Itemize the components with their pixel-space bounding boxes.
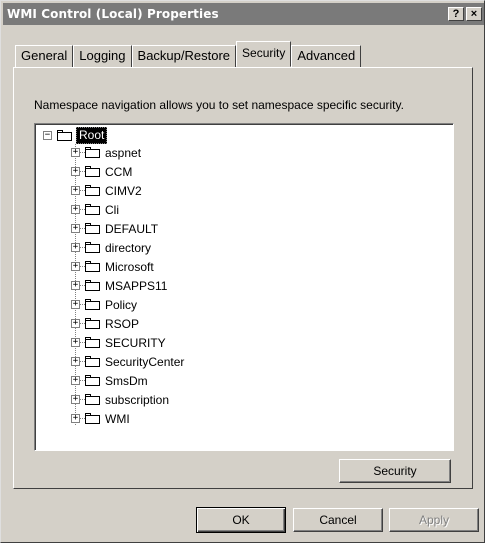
tree-node-default[interactable]: + DEFAULT <box>71 220 158 237</box>
collapse-icon[interactable]: − <box>43 131 52 140</box>
tree-node-label[interactable]: CCM <box>105 165 132 179</box>
folder-icon <box>85 337 100 348</box>
namespace-description: Namespace navigation allows you to set n… <box>34 98 404 112</box>
folder-icon <box>85 147 100 158</box>
cancel-button[interactable]: Cancel <box>293 508 383 532</box>
expand-icon[interactable]: + <box>71 148 80 157</box>
tree-node-ccm[interactable]: + CCM <box>71 163 132 180</box>
title-bar[interactable]: WMI Control (Local) Properties ? × <box>3 3 484 25</box>
folder-icon <box>85 299 100 310</box>
expand-icon[interactable]: + <box>71 205 80 214</box>
tree-node-label[interactable]: DEFAULT <box>105 222 158 236</box>
tab-strip: General Logging Backup/Restore Security … <box>15 41 362 67</box>
properties-dialog: WMI Control (Local) Properties ? × Gener… <box>0 0 485 543</box>
expand-icon[interactable]: + <box>71 186 80 195</box>
tree-node-cli[interactable]: + Cli <box>71 201 119 218</box>
ok-button[interactable]: OK <box>196 507 286 533</box>
tab-general[interactable]: General <box>15 45 74 67</box>
folder-icon <box>85 375 100 386</box>
folder-icon <box>85 394 100 405</box>
folder-icon <box>85 318 100 329</box>
folder-icon <box>85 413 100 424</box>
expand-icon[interactable]: + <box>71 357 80 366</box>
folder-icon <box>85 356 100 367</box>
tab-security[interactable]: Security <box>236 41 292 67</box>
expand-icon[interactable]: + <box>71 281 80 290</box>
folder-icon <box>85 280 100 291</box>
tree-node-label[interactable]: SECURITY <box>105 336 166 350</box>
tree-node-label[interactable]: subscription <box>105 393 169 407</box>
close-icon[interactable]: × <box>466 7 482 21</box>
expand-icon[interactable]: + <box>71 414 80 423</box>
tree-node-label[interactable]: MSAPPS11 <box>105 279 167 293</box>
tree-node-label[interactable]: aspnet <box>105 146 141 160</box>
security-tab-panel: Namespace navigation allows you to set n… <box>13 67 473 489</box>
expand-icon[interactable]: + <box>71 243 80 252</box>
tree-node-cimv2[interactable]: + CIMV2 <box>71 182 142 199</box>
tree-node-label[interactable]: SecurityCenter <box>105 355 184 369</box>
expand-icon[interactable]: + <box>71 300 80 309</box>
tab-logging[interactable]: Logging <box>73 45 132 67</box>
tab-backup-restore[interactable]: Backup/Restore <box>131 45 237 67</box>
tree-node-subscription[interactable]: + subscription <box>71 391 169 408</box>
tree-node-wmi[interactable]: + WMI <box>71 410 130 427</box>
namespace-tree[interactable]: − Root + aspnet + CCM + CIMV2 + Cli + DE… <box>34 123 454 451</box>
tree-node-label[interactable]: WMI <box>105 412 130 426</box>
expand-icon[interactable]: + <box>71 338 80 347</box>
tree-node-label[interactable]: Cli <box>105 203 119 217</box>
tree-node-root[interactable]: − Root <box>43 127 108 144</box>
tree-node-label[interactable]: Microsoft <box>105 260 154 274</box>
expand-icon[interactable]: + <box>71 376 80 385</box>
apply-button[interactable]: Apply <box>389 508 479 532</box>
folder-icon <box>85 185 100 196</box>
tree-node-security[interactable]: + SECURITY <box>71 334 166 351</box>
tree-node-microsoft[interactable]: + Microsoft <box>71 258 154 275</box>
folder-icon <box>85 242 100 253</box>
expand-icon[interactable]: + <box>71 395 80 404</box>
tree-node-label[interactable]: Policy <box>105 298 137 312</box>
tree-node-label[interactable]: directory <box>105 241 151 255</box>
tree-node-smsdm[interactable]: + SmsDm <box>71 372 148 389</box>
window-title: WMI Control (Local) Properties <box>7 7 219 21</box>
tree-node-securitycenter[interactable]: + SecurityCenter <box>71 353 184 370</box>
tree-node-rsop[interactable]: + RSOP <box>71 315 139 332</box>
expand-icon[interactable]: + <box>71 319 80 328</box>
expand-icon[interactable]: + <box>71 262 80 271</box>
help-icon[interactable]: ? <box>448 7 464 21</box>
security-button[interactable]: Security <box>339 459 451 483</box>
tree-node-aspnet[interactable]: + aspnet <box>71 144 141 161</box>
tab-advanced[interactable]: Advanced <box>291 45 362 67</box>
folder-icon <box>85 223 100 234</box>
tree-node-label[interactable]: SmsDm <box>105 374 148 388</box>
tree-node-label[interactable]: CIMV2 <box>105 184 142 198</box>
folder-icon <box>85 166 100 177</box>
expand-icon[interactable]: + <box>71 167 80 176</box>
tree-node-label[interactable]: RSOP <box>105 317 139 331</box>
expand-icon[interactable]: + <box>71 224 80 233</box>
tree-node-msapps11[interactable]: + MSAPPS11 <box>71 277 167 294</box>
tree-node-directory[interactable]: + directory <box>71 239 151 256</box>
folder-icon <box>85 204 100 215</box>
tree-node-label[interactable]: Root <box>76 127 108 144</box>
folder-icon <box>57 130 72 141</box>
folder-icon <box>85 261 100 272</box>
tree-node-policy[interactable]: + Policy <box>71 296 137 313</box>
